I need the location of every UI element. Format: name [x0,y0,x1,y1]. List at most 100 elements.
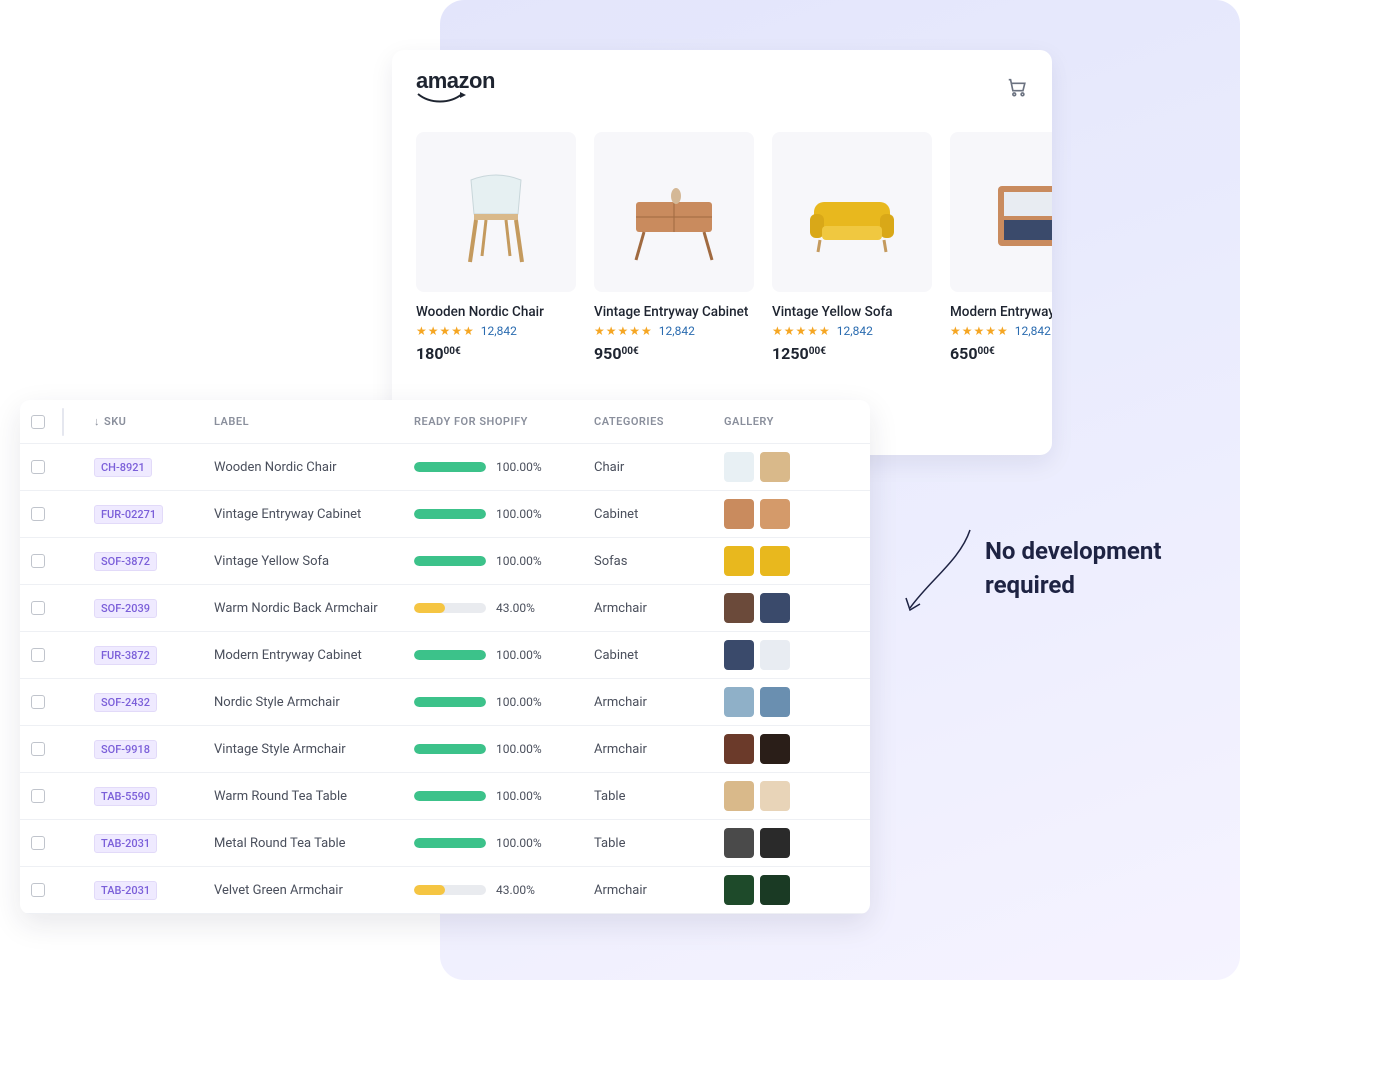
gallery-cell [718,781,858,811]
row-checkbox[interactable] [31,554,45,568]
gallery-thumb[interactable] [760,593,790,623]
gallery-thumb[interactable] [724,734,754,764]
row-checkbox[interactable] [31,695,45,709]
gallery-thumb[interactable] [760,875,790,905]
progress-cell: 100.00% [408,460,588,474]
progress-fill [414,791,486,801]
table-row[interactable]: FUR-3872Modern Entryway Cabinet100.00%Ca… [20,632,870,679]
table-row[interactable]: TAB-2031Metal Round Tea Table100.00%Tabl… [20,820,870,867]
table-row[interactable]: CH-8921Wooden Nordic Chair100.00%Chair [20,444,870,491]
gallery-thumb[interactable] [760,687,790,717]
sofa-icon [792,152,912,272]
gallery-thumb[interactable] [724,593,754,623]
gallery-thumb[interactable] [724,640,754,670]
header-sku[interactable]: ↓SKU [88,415,208,428]
progress-fill [414,697,486,707]
progress-cell: 100.00% [408,742,588,756]
row-label: Wooden Nordic Chair [208,460,408,475]
row-checkbox[interactable] [31,601,45,615]
progress-fill [414,556,486,566]
progress-track [414,885,486,895]
progress-fill [414,744,486,754]
gallery-thumb[interactable] [760,452,790,482]
row-category: Armchair [588,695,718,710]
progress-percent: 100.00% [496,695,542,709]
progress-track [414,744,486,754]
gallery-thumb[interactable] [724,687,754,717]
gallery-thumb[interactable] [724,499,754,529]
gallery-cell [718,687,858,717]
table-row[interactable]: TAB-5590Warm Round Tea Table100.00%Table [20,773,870,820]
gallery-thumb[interactable] [724,875,754,905]
gallery-cell [718,828,858,858]
gallery-thumb[interactable] [760,640,790,670]
gallery-thumb[interactable] [760,499,790,529]
progress-fill [414,462,486,472]
review-count[interactable]: 12,842 [659,324,695,338]
select-all-checkbox[interactable] [31,415,45,429]
review-count[interactable]: 12,842 [1015,324,1051,338]
product-card[interactable]: Vintage Yellow Sofa ★★★★★ 12,842 125000€ [772,132,932,363]
sku-badge[interactable]: TAB-2031 [94,881,157,900]
row-checkbox[interactable] [31,507,45,521]
progress-percent: 100.00% [496,836,542,850]
header-gallery[interactable]: GALLERY [718,415,858,428]
table-row[interactable]: SOF-3872Vintage Yellow Sofa100.00%Sofas [20,538,870,585]
product-price: 95000€ [594,344,754,363]
sku-badge[interactable]: FUR-3872 [94,646,157,665]
row-label: Warm Nordic Back Armchair [208,601,408,616]
header-label[interactable]: LABEL [208,415,408,428]
progress-percent: 100.00% [496,648,542,662]
header-ready[interactable]: READY FOR SHOPIFY [408,415,588,428]
sku-badge[interactable]: TAB-5590 [94,787,157,806]
review-count[interactable]: 12,842 [481,324,517,338]
table-row[interactable]: TAB-2031Velvet Green Armchair43.00%Armch… [20,867,870,914]
product-name: Vintage Entryway Cabinet [594,304,754,320]
product-card[interactable]: Wooden Nordic Chair ★★★★★ 12,842 18000€ [416,132,576,363]
callout-line2: required [985,569,1161,603]
row-category: Cabinet [588,648,718,663]
row-checkbox[interactable] [31,836,45,850]
storefront-header: amazon [416,70,1028,104]
table-row[interactable]: FUR-02271Vintage Entryway Cabinet100.00%… [20,491,870,538]
gallery-thumb[interactable] [724,452,754,482]
sku-badge[interactable]: FUR-02271 [94,505,163,524]
shelf-icon [970,152,1052,272]
review-count[interactable]: 12,842 [837,324,873,338]
rating-row: ★★★★★ 12,842 [772,324,932,338]
row-checkbox[interactable] [31,460,45,474]
sku-badge[interactable]: SOF-2432 [94,693,157,712]
gallery-thumb[interactable] [760,546,790,576]
gallery-thumb[interactable] [724,546,754,576]
row-checkbox[interactable] [31,789,45,803]
progress-track [414,556,486,566]
cart-icon[interactable] [1006,76,1028,98]
gallery-thumb[interactable] [760,734,790,764]
sku-badge[interactable]: CH-8921 [94,458,152,477]
product-card[interactable]: Vintage Entryway Cabinet ★★★★★ 12,842 95… [594,132,754,363]
sku-badge[interactable]: TAB-2031 [94,834,157,853]
gallery-cell [718,734,858,764]
sku-badge[interactable]: SOF-3872 [94,552,157,571]
column-divider [62,408,64,436]
gallery-thumb[interactable] [760,828,790,858]
gallery-thumb[interactable] [724,781,754,811]
table-row[interactable]: SOF-2039Warm Nordic Back Armchair43.00%A… [20,585,870,632]
product-image [950,132,1052,292]
gallery-thumb[interactable] [760,781,790,811]
progress-fill [414,650,486,660]
header-categories[interactable]: CATEGORIES [588,415,718,428]
gallery-thumb[interactable] [724,828,754,858]
row-checkbox[interactable] [31,883,45,897]
table-body: CH-8921Wooden Nordic Chair100.00%ChairFU… [20,444,870,914]
sku-badge[interactable]: SOF-2039 [94,599,157,618]
row-checkbox[interactable] [31,648,45,662]
product-card[interactable]: Modern Entryway ★★★★★ 12,842 65000€ [950,132,1052,363]
product-price: 125000€ [772,344,932,363]
progress-track [414,650,486,660]
row-checkbox[interactable] [31,742,45,756]
table-row[interactable]: SOF-9918Vintage Style Armchair100.00%Arm… [20,726,870,773]
sku-badge[interactable]: SOF-9918 [94,740,157,759]
progress-percent: 100.00% [496,742,542,756]
table-row[interactable]: SOF-2432Nordic Style Armchair100.00%Armc… [20,679,870,726]
